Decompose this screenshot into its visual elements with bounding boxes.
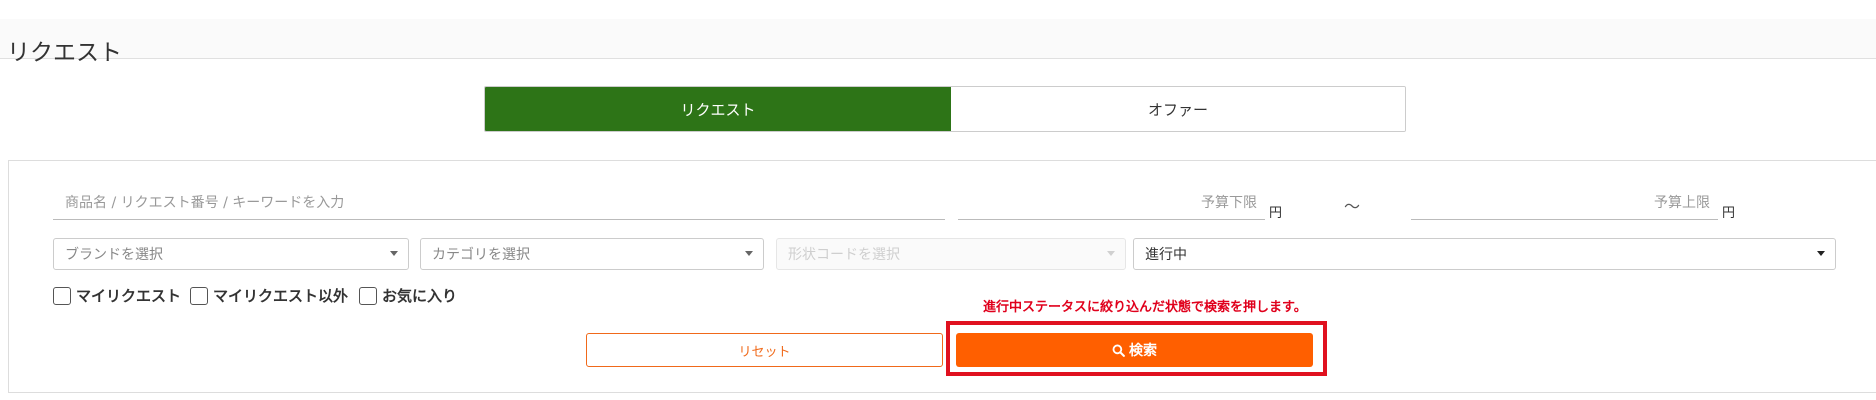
checkbox-box[interactable] [359,286,377,305]
checkbox-label: マイリクエスト以外 [213,287,349,305]
page-title: リクエスト [7,40,122,67]
tab-bar: リクエスト オファー [484,86,1406,132]
instruction-notice: 進行中ステータスに絞り込んだ状態で検索を押します。 [983,300,1307,315]
shape-code-select-label: 形状コードを選択 [788,247,900,263]
chevron-down-icon [745,251,753,256]
checkbox-box[interactable] [53,286,71,305]
budget-max-unit: 円 [1722,206,1736,221]
checkbox-label: お気に入り [382,287,458,305]
chevron-down-icon [390,251,398,256]
search-button-label: 検索 [1129,343,1157,359]
tab-offer[interactable]: オファー [951,87,1405,131]
checkbox-my-request[interactable]: マイリクエスト [53,285,181,306]
status-select-label: 進行中 [1145,247,1187,263]
brand-select[interactable]: ブランドを選択 [53,238,409,270]
checkbox-favorites[interactable]: お気に入り [359,285,457,306]
budget-max-input[interactable] [1411,186,1718,220]
checkbox-label: マイリクエスト [76,287,182,305]
range-separator: 〜 [1344,197,1361,216]
page-header [0,19,1876,59]
chevron-down-icon [1817,251,1825,256]
status-select[interactable]: 進行中 [1133,238,1836,270]
category-select-label: カテゴリを選択 [432,247,530,263]
checkbox-not-my-request[interactable]: マイリクエスト以外 [190,285,348,306]
reset-button[interactable]: リセット [586,333,943,367]
search-button[interactable]: 検索 [956,333,1313,367]
shape-code-select: 形状コードを選択 [776,238,1126,270]
brand-select-label: ブランドを選択 [65,247,163,263]
budget-min-unit: 円 [1269,206,1283,221]
chevron-down-icon [1107,251,1115,256]
tab-request[interactable]: リクエスト [485,87,951,131]
search-icon [1112,344,1125,357]
checkbox-box[interactable] [190,286,208,305]
keyword-input[interactable] [53,186,945,220]
category-select[interactable]: カテゴリを選択 [420,238,764,270]
budget-min-input[interactable] [958,186,1265,220]
